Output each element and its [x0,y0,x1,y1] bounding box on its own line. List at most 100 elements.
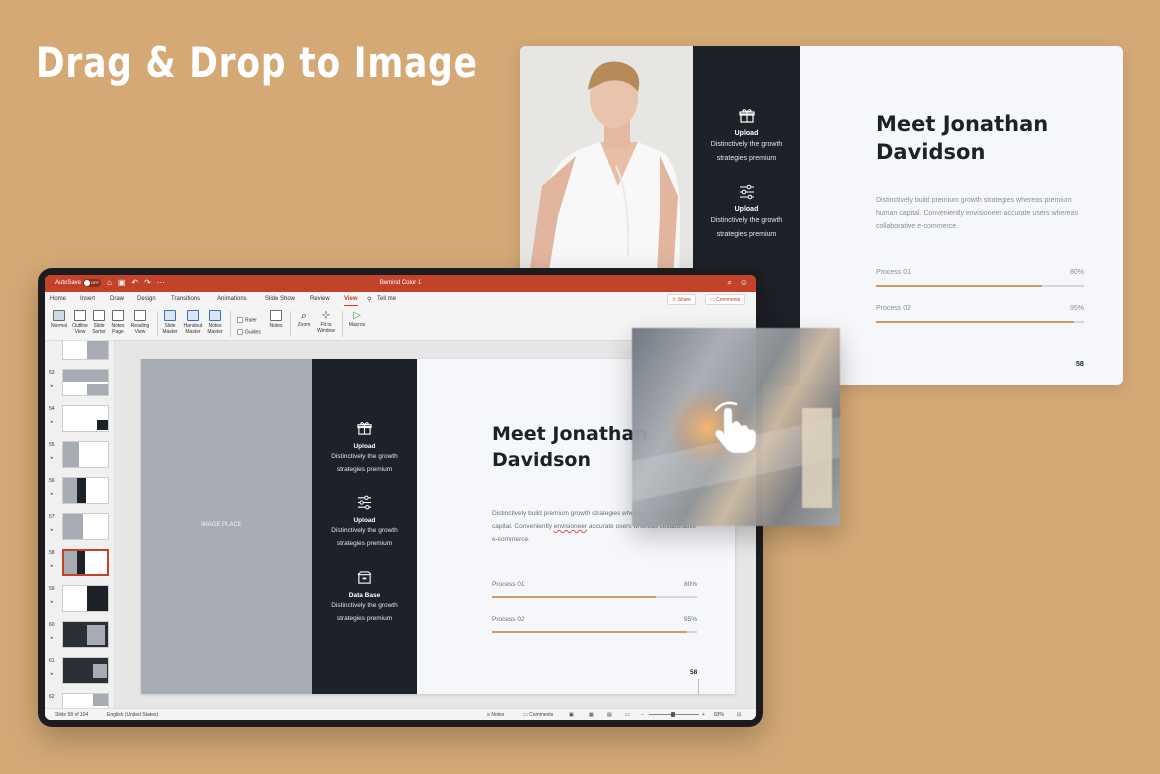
slide-thumbnail[interactable]: 55 ★ [49,441,111,469]
slide-sorter-icon[interactable]: ▦ [589,712,594,718]
feature-title: Upload [734,130,759,137]
magnifier-icon: ⌕ [300,310,308,322]
notes-master-button[interactable]: Notes Master [205,310,225,335]
play-icon: ▷ [353,310,361,321]
feature-panel: Upload Distinctively the growth strategi… [312,359,417,694]
feature-title: Upload [353,443,376,450]
slide-sorter-button[interactable]: Slide Sorter [90,310,108,335]
star-icon: ★ [50,563,54,568]
process-fill [492,631,687,633]
fit-window-icon: ⊹ [321,310,331,321]
process-2: Process 02 95% [492,616,697,633]
star-icon: ★ [50,527,54,532]
divider [698,679,699,694]
process-label: Process 02 [492,616,525,623]
slide-thumbnail[interactable]: 62 [49,693,111,708]
feature-desc: Distinctively the growth [710,141,783,148]
tab-insert[interactable]: Insert [80,296,95,302]
tab-view[interactable]: View [344,296,358,306]
process-label: Process 01 [492,581,525,588]
normal-view-icon[interactable]: ▣ [569,712,574,718]
slide-number: 58 [690,669,698,676]
slide-thumbnail[interactable]: 52 [49,341,111,361]
process-fill [876,321,1074,323]
notes-button[interactable]: Notes [267,310,285,329]
feature-title: Upload [353,517,376,524]
star-icon: ★ [50,455,54,460]
process-value: 80% [1069,269,1084,276]
zoom-out-icon[interactable]: − [641,712,644,718]
tab-animations[interactable]: Animations [217,296,247,302]
process-fill [876,285,1043,287]
star-icon: ★ [50,671,54,676]
star-icon: ★ [50,635,54,640]
share-icon: ⇪ [672,297,677,303]
slide-thumbnail[interactable]: 61 ★ [49,657,111,685]
guides-checkbox[interactable]: Guides [237,329,261,335]
notes-page-button[interactable]: Notes Page [109,310,127,335]
fit-to-window-button[interactable]: ⊹ Fit to Window [314,310,338,334]
document-title: Bemind Color 1 [379,280,422,286]
reading-view-button[interactable]: Reading View [128,310,152,335]
zoom-slider[interactable] [649,712,699,717]
slide-master-button[interactable]: Slide Master [160,310,180,335]
preview-body-text: Distinctively build premium growth strat… [876,197,1078,230]
slide-thumbnail[interactable]: 53 ★ [49,369,111,397]
feature-desc: strategies premium [336,466,393,473]
slide-thumbnail[interactable]: 57 ★ [49,513,111,541]
process-value: 95% [683,616,697,623]
zoom-level[interactable]: 83% [714,712,724,718]
comments-toggle[interactable]: ▭ Comments [523,712,553,718]
image-placeholder-label: IMAGE PLACE [201,522,242,528]
share-button[interactable]: ⇪ Share [667,294,696,305]
smiley-icon[interactable]: ☺ [740,278,748,288]
feature-desc: strategies premium [716,231,777,238]
fit-slide-icon[interactable]: ⊡ [737,712,741,718]
tab-slide-show[interactable]: Slide Show [265,296,295,302]
slide-thumbnail[interactable]: 60 ★ [49,621,111,649]
feature-title: Data Base [348,592,381,599]
share-label: Share [677,297,691,303]
tab-transitions[interactable]: Transitions [171,296,200,302]
feature-upload: Upload Distinctively the growth strategi… [312,421,417,476]
slide-thumbnail-selected[interactable]: 58 ★ [49,549,111,577]
comments-label: Comments [716,297,741,303]
zoom-in-icon[interactable]: + [702,712,705,718]
tab-design[interactable]: Design [137,296,156,302]
sliders-icon [739,184,754,200]
feature-desc: strategies premium [336,540,393,547]
language[interactable]: English (United States) [107,712,158,718]
zoom-button[interactable]: ⌕ Zoom [295,310,313,328]
misspelled-word: envisioneer [553,523,588,530]
slide-number: 58 [1076,361,1084,368]
process-bar [876,321,1084,323]
reading-view-icon[interactable]: ▤ [607,712,612,718]
slide-thumbnail[interactable]: 59 ★ [49,585,111,613]
comments-button[interactable]: ▭ Comments [705,294,746,305]
slide-thumbnail[interactable]: 56 ★ [49,477,111,505]
slide-title[interactable]: Meet Jonathan Davidson [492,421,648,473]
tab-review[interactable]: Review [310,296,330,302]
handout-master-button[interactable]: Handout Master [181,310,205,335]
preview-title: Meet Jonathan Davidson [876,110,1048,166]
process-fill [492,596,656,598]
notes-icon: ≡ [487,712,490,718]
feature-desc: Distinctively the growth [331,527,398,534]
tab-home[interactable]: Home [50,296,66,302]
tab-draw[interactable]: Draw [110,296,124,302]
outline-view-button[interactable]: Outline View [70,310,90,335]
process-label: Process 02 [876,305,912,312]
slideshow-icon[interactable]: ▭ [625,712,630,718]
status-bar: Slide 58 of 104 English (United States) … [45,708,756,720]
search-icon[interactable]: ⌕ [727,278,731,288]
title-line: Meet Jonathan [492,423,648,445]
normal-view-button[interactable]: Normal [49,310,69,329]
slide-thumbnail[interactable]: 54 ★ [49,405,111,433]
database-box-icon [357,571,372,584]
macros-button[interactable]: ▷ Macros [346,310,368,328]
title-line: Davidson [876,140,986,164]
ruler-checkbox[interactable]: Ruler [237,317,257,323]
star-icon: ★ [50,383,54,388]
notes-toggle[interactable]: ≡ Notes [487,712,504,718]
tell-me[interactable]: Tell me [377,296,396,302]
